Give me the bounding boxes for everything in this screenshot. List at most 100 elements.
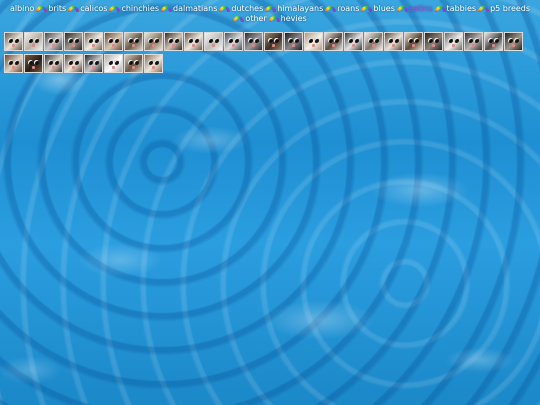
guinea-pig-thumbnail[interactable] <box>284 32 303 51</box>
nose-icon <box>192 44 195 47</box>
rainbow-divider-icon <box>434 5 446 12</box>
guinea-pig-thumbnail[interactable] <box>384 32 403 51</box>
eye-icon <box>274 38 279 43</box>
nose-icon <box>12 66 15 69</box>
guinea-pig-thumbnail[interactable] <box>104 54 123 73</box>
eye-icon <box>214 38 219 43</box>
guinea-pig-thumbnail[interactable] <box>184 32 203 51</box>
nav-link-chinchies[interactable]: chinchies <box>109 4 159 14</box>
guinea-pig-thumbnail[interactable] <box>244 32 263 51</box>
eye-icon <box>514 38 519 43</box>
guinea-pig-thumbnail[interactable] <box>44 54 63 73</box>
eye-icon <box>428 38 433 43</box>
nav-link-label: satins <box>408 4 433 13</box>
nose-icon <box>332 44 335 47</box>
guinea-pig-thumbnail[interactable] <box>4 32 23 51</box>
nav-link-himalayans[interactable]: himalayans <box>265 4 323 14</box>
nav-link-dalmatians[interactable]: dalmatians <box>161 4 217 14</box>
guinea-pig-thumbnail[interactable] <box>304 32 323 51</box>
eye-icon <box>94 38 99 43</box>
eye-icon <box>494 38 499 43</box>
eye-icon <box>194 38 199 43</box>
guinea-pig-thumbnail[interactable] <box>444 32 463 51</box>
guinea-pig-thumbnail[interactable] <box>504 32 523 51</box>
nose-icon <box>492 44 495 47</box>
guinea-pig-thumbnail[interactable] <box>124 32 143 51</box>
guinea-pig-thumbnail[interactable] <box>104 32 123 51</box>
eye-icon <box>368 38 373 43</box>
nav-link-roans[interactable]: roans <box>325 4 359 14</box>
rainbow-divider-icon <box>219 5 231 12</box>
guinea-pig-thumbnail[interactable] <box>404 32 423 51</box>
nav-link-hevies[interactable]: hevies <box>268 14 307 24</box>
eye-icon <box>68 60 73 65</box>
nav-link-satins[interactable]: satins <box>396 4 433 14</box>
guinea-pig-thumbnail[interactable] <box>144 32 163 51</box>
nav-link-albino[interactable]: albino <box>10 4 34 14</box>
eye-icon <box>108 38 113 43</box>
guinea-pig-thumbnail[interactable] <box>64 54 83 73</box>
nav-link-label: brits <box>48 4 67 13</box>
eye-icon <box>174 38 179 43</box>
nav-link-blues[interactable]: blues <box>361 4 395 14</box>
eye-icon <box>48 38 53 43</box>
breed-navigation-bar: albino brits calicos chinchies dalmatians dut… <box>0 4 540 24</box>
guinea-pig-thumbnail[interactable] <box>484 32 503 51</box>
guinea-pig-thumbnail[interactable] <box>344 32 363 51</box>
nav-link-p5-breeds[interactable]: p5 breeds <box>478 4 530 14</box>
guinea-pig-thumbnail[interactable] <box>424 32 443 51</box>
guinea-pig-thumbnail[interactable] <box>64 32 83 51</box>
guinea-pig-thumbnail[interactable] <box>44 32 63 51</box>
nose-icon <box>52 44 55 47</box>
eye-icon <box>288 38 293 43</box>
guinea-pig-thumbnail[interactable] <box>4 54 23 73</box>
nav-link-tabbies[interactable]: tabbies <box>434 4 477 14</box>
nose-icon <box>52 66 55 69</box>
guinea-pig-thumbnail[interactable] <box>204 32 223 51</box>
guinea-pig-thumbnail-grid <box>4 32 536 76</box>
nav-link-label: chinchies <box>121 4 159 13</box>
nav-link-label: calicos <box>80 4 108 13</box>
eye-icon <box>114 60 119 65</box>
eye-icon <box>448 38 453 43</box>
nav-link-label: roans <box>337 4 360 13</box>
eye-icon <box>68 38 73 43</box>
nav-link-label: tabbies <box>446 4 477 13</box>
eye-icon <box>228 38 233 43</box>
nose-icon <box>12 44 15 47</box>
eye-icon <box>8 38 13 43</box>
guinea-pig-thumbnail[interactable] <box>124 54 143 73</box>
nose-icon <box>512 44 515 47</box>
eye-icon <box>354 38 359 43</box>
nav-link-other[interactable]: other <box>233 14 267 24</box>
eye-icon <box>314 38 319 43</box>
guinea-pig-thumbnail[interactable] <box>24 54 43 73</box>
nav-link-label: himalayans <box>277 4 324 13</box>
eye-icon <box>414 38 419 43</box>
nav-link-calicos[interactable]: calicos <box>68 4 107 14</box>
eye-icon <box>88 60 93 65</box>
guinea-pig-thumbnail[interactable] <box>364 32 383 51</box>
nose-icon <box>92 66 95 69</box>
guinea-pig-thumbnail[interactable] <box>464 32 483 51</box>
eye-icon <box>148 38 153 43</box>
guinea-pig-thumbnail[interactable] <box>24 32 43 51</box>
rainbow-divider-icon <box>396 5 408 12</box>
nav-link-label: albino <box>9 4 35 13</box>
guinea-pig-thumbnail[interactable] <box>84 32 103 51</box>
guinea-pig-thumbnail[interactable] <box>84 54 103 73</box>
rainbow-divider-icon <box>325 5 337 12</box>
eye-icon <box>188 38 193 43</box>
nose-icon <box>32 66 35 69</box>
eye-icon <box>74 38 79 43</box>
eye-icon <box>94 60 99 65</box>
nav-link-brits[interactable]: brits <box>36 4 66 14</box>
guinea-pig-thumbnail[interactable] <box>264 32 283 51</box>
nav-link-dutches[interactable]: dutches <box>219 4 263 14</box>
guinea-pig-thumbnail[interactable] <box>224 32 243 51</box>
guinea-pig-thumbnail[interactable] <box>324 32 343 51</box>
guinea-pig-thumbnail[interactable] <box>164 32 183 51</box>
eye-icon <box>394 38 399 43</box>
guinea-pig-thumbnail[interactable] <box>144 54 163 73</box>
nav-link-label: dalmatians <box>173 4 218 13</box>
